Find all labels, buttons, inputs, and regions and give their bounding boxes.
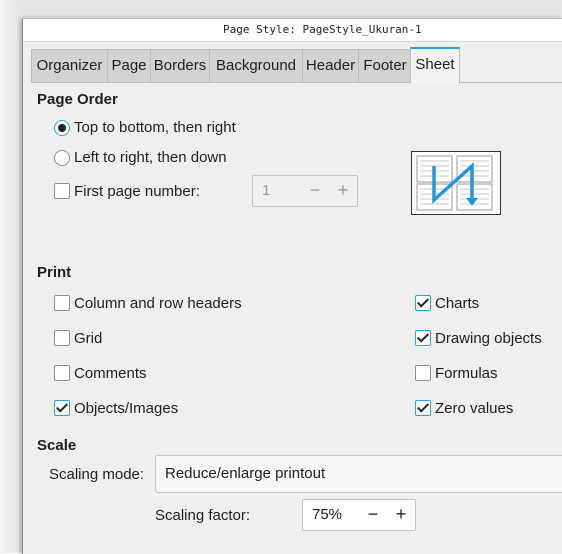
tab-sheet[interactable]: Sheet [410, 47, 460, 84]
tab-bar: Organizer Page Borders Background Header… [31, 47, 562, 84]
title-bar[interactable]: Page Style: PageStyle_Ukuran-1 [23, 19, 562, 42]
label-grid[interactable]: Grid [74, 330, 102, 347]
scaling-factor-label: Scaling factor: [155, 507, 251, 524]
scale-heading: Scale [37, 437, 77, 454]
checkbox-zero-values[interactable] [415, 400, 431, 416]
scaling-mode-label: Scaling mode: [49, 466, 145, 483]
first-page-plus-button[interactable]: + [332, 178, 354, 202]
tab-header[interactable]: Header [302, 49, 359, 82]
first-page-minus-button[interactable]: − [304, 178, 326, 202]
label-zero-values[interactable]: Zero values [435, 400, 513, 417]
first-page-number-stepper[interactable]: 1 − + [252, 175, 358, 207]
tab-organizer[interactable]: Organizer [31, 49, 108, 82]
radio-top-to-bottom-label[interactable]: Top to bottom, then right [74, 119, 236, 136]
label-formulas[interactable]: Formulas [435, 365, 498, 382]
checkbox-formulas[interactable] [415, 365, 431, 381]
window-title: Page Style: PageStyle_Ukuran-1 [223, 23, 422, 36]
page-order-preview-graphic [416, 155, 493, 211]
scaling-factor-plus-button[interactable]: + [390, 502, 412, 526]
label-comments[interactable]: Comments [74, 365, 147, 382]
tab-page[interactable]: Page [107, 49, 151, 82]
scaling-mode-value: Reduce/enlarge printout [165, 465, 326, 482]
label-drawing-objects[interactable]: Drawing objects [435, 330, 542, 347]
label-charts[interactable]: Charts [435, 295, 479, 312]
checkbox-drawing-objects[interactable] [415, 330, 431, 346]
label-objects-images[interactable]: Objects/Images [74, 400, 178, 417]
label-column-row-headers[interactable]: Column and row headers [74, 295, 242, 312]
first-page-number-label[interactable]: First page number: [74, 183, 200, 200]
checkbox-grid[interactable] [54, 330, 70, 346]
radio-left-to-right[interactable] [54, 150, 70, 166]
checkbox-objects-images[interactable] [54, 400, 70, 416]
first-page-number-checkbox[interactable] [54, 183, 70, 199]
page-order-heading: Page Order [37, 91, 118, 108]
tab-borders[interactable]: Borders [150, 49, 210, 82]
checkbox-charts[interactable] [415, 295, 431, 311]
scaling-factor-stepper[interactable]: 75% − + [302, 499, 416, 531]
radio-top-to-bottom[interactable] [54, 120, 70, 136]
scaling-mode-select[interactable]: Reduce/enlarge printout [155, 455, 562, 493]
checkbox-column-row-headers[interactable] [54, 295, 70, 311]
checkbox-comments[interactable] [54, 365, 70, 381]
first-page-number-value: 1 [262, 182, 271, 199]
tab-footer[interactable]: Footer [358, 49, 412, 82]
page-order-preview-image [411, 151, 501, 215]
radio-left-to-right-label[interactable]: Left to right, then down [74, 149, 227, 166]
tab-background[interactable]: Background [209, 49, 303, 82]
scaling-factor-value: 75% [312, 506, 343, 523]
print-heading: Print [37, 264, 72, 281]
page-style-dialog: Page Style: PageStyle_Ukuran-1 Organizer… [22, 18, 562, 554]
scaling-factor-minus-button[interactable]: − [362, 502, 384, 526]
